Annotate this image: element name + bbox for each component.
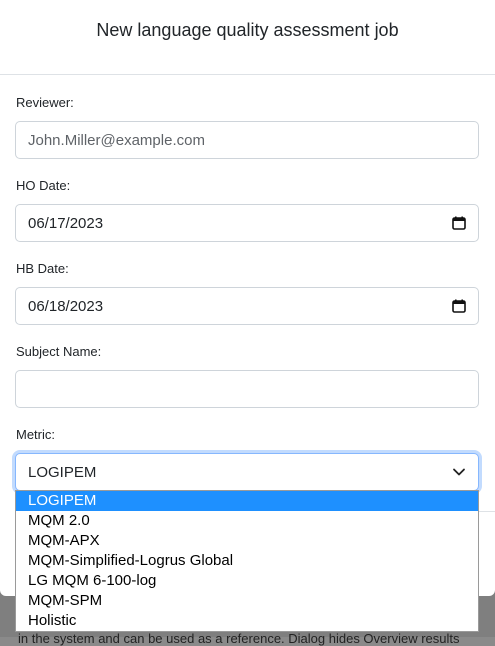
metric-label: Metric: bbox=[16, 427, 55, 442]
metric-option[interactable]: MQM-Simplified-Logrus Global bbox=[16, 551, 478, 571]
subject-name-label: Subject Name: bbox=[16, 344, 102, 359]
metric-value: LOGIPEM bbox=[28, 463, 97, 481]
metric-options-list: LOGIPEM MQM 2.0 MQM-APX MQM-Simplified-L… bbox=[15, 490, 479, 632]
backdrop-text: in the system and can be used as a refer… bbox=[18, 631, 460, 646]
hb-date-label: HB Date: bbox=[16, 261, 69, 276]
reviewer-value: John.Miller@example.com bbox=[28, 131, 205, 149]
ho-date-label: HO Date: bbox=[16, 178, 71, 193]
metric-option[interactable]: MQM 2.0 bbox=[16, 511, 478, 531]
metric-select[interactable]: LOGIPEM bbox=[15, 453, 479, 491]
metric-option[interactable]: Holistic bbox=[16, 611, 478, 631]
hb-date-value: 06/18/2023 bbox=[28, 297, 104, 315]
reviewer-input[interactable]: John.Miller@example.com bbox=[15, 121, 479, 159]
hb-date-input[interactable]: 06/18/2023 bbox=[15, 287, 479, 325]
modal-header: New language quality assessment job bbox=[0, 0, 495, 75]
footer-divider bbox=[479, 511, 495, 512]
metric-option[interactable]: LG MQM 6-100-log bbox=[16, 571, 478, 591]
ho-date-value: 06/17/2023 bbox=[28, 214, 104, 232]
ho-date-input[interactable]: 06/17/2023 bbox=[15, 204, 479, 242]
metric-option[interactable]: LOGIPEM bbox=[16, 491, 478, 511]
subject-name-input[interactable] bbox=[15, 370, 479, 408]
calendar-icon[interactable] bbox=[452, 216, 466, 230]
metric-option[interactable]: MQM-SPM bbox=[16, 591, 478, 611]
calendar-icon[interactable] bbox=[452, 299, 466, 313]
modal-title: New language quality assessment job bbox=[96, 19, 399, 40]
chevron-down-icon bbox=[452, 467, 466, 477]
reviewer-label: Reviewer: bbox=[16, 95, 74, 110]
metric-option[interactable]: MQM-APX bbox=[16, 531, 478, 551]
